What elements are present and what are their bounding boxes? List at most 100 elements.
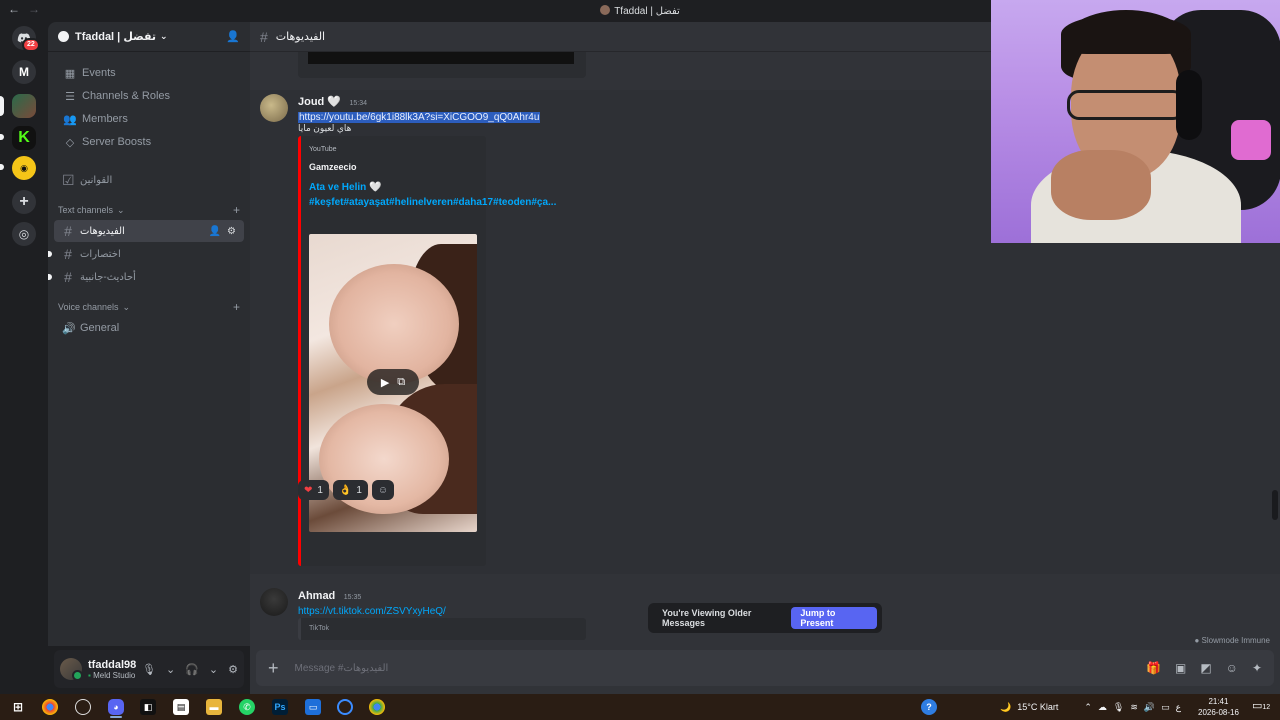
category-voice-channels[interactable]: Voice channels ⌄ + (48, 298, 250, 316)
jump-to-present-button[interactable]: Jump to Present (791, 607, 877, 629)
category-text-channels[interactable]: Text channels ⌄ + (48, 201, 250, 219)
wifi-icon[interactable]: ≋ (1130, 702, 1138, 713)
app-icon[interactable] (75, 699, 91, 715)
weather-text[interactable]: 15°C Klart (1017, 702, 1058, 712)
guild-header[interactable]: Tfaddal | تفضل ⌄ 👤 (48, 22, 250, 52)
chevron-down-icon[interactable]: ⌄ (166, 663, 175, 676)
channel-label: General (80, 322, 120, 334)
weather-icon: 🌙 (1000, 701, 1012, 712)
app-icon[interactable] (337, 699, 353, 715)
browse-channels-icon: ☰ (65, 90, 75, 103)
unread-indicator (48, 274, 52, 280)
upload-plus-icon[interactable]: + (268, 658, 279, 679)
embed-provider[interactable]: TikTok (309, 625, 329, 632)
gif-icon[interactable]: ▣ (1175, 661, 1186, 675)
sidebar-item-events[interactable]: ▦ Events (54, 62, 244, 84)
whatsapp-icon[interactable]: ✆ (239, 699, 255, 715)
discord-taskbar-icon[interactable]: ◕ (108, 699, 124, 715)
category-label: Voice channels (58, 302, 119, 312)
tiktok-link[interactable]: https://vt.tiktok.com/ZSVYxyHeQ/ (298, 606, 446, 617)
reaction-heart[interactable]: ❤ 1 (298, 480, 329, 500)
unread-server-pill (0, 164, 4, 170)
add-server-icon[interactable]: + (12, 190, 36, 214)
channel-side-talks[interactable]: # أحاديث-جانبية (48, 266, 244, 288)
avatar[interactable] (60, 658, 83, 681)
chevron-up-icon[interactable]: ⌃ (1084, 702, 1092, 713)
embed-title[interactable]: Ata ve Helin 🤍 #keşfet#atayaşat#helinelv… (309, 180, 556, 210)
message-link-row: https://vt.tiktok.com/ZSVYxyHeQ/ (298, 601, 446, 619)
clock-time: 21:41 (1208, 697, 1229, 706)
notification-icon[interactable]: ▭12 (1252, 699, 1270, 712)
sidebar-item-server-boosts[interactable]: ◇ Server Boosts (54, 131, 244, 153)
open-external-icon: ⧉ (397, 375, 406, 388)
gift-icon[interactable]: 🎁 (1146, 661, 1161, 675)
server-tfaddal-icon[interactable] (12, 94, 36, 118)
chevron-down-icon[interactable]: ⌄ (209, 663, 218, 676)
help-icon[interactable]: ? (921, 699, 937, 715)
embed-provider[interactable]: YouTube (309, 146, 337, 153)
youtube-embed: YouTube Gamzeecio Ata ve Helin 🤍 #keşfet… (298, 136, 556, 566)
capcut-icon[interactable]: ◧ (140, 699, 156, 715)
channel-label: القوانين (80, 174, 113, 186)
sidebar-item-label: Members (82, 113, 128, 125)
app-icon[interactable]: ▤ (173, 699, 189, 715)
chrome-icon[interactable] (369, 699, 385, 715)
gear-icon[interactable]: ⚙ (228, 663, 238, 676)
channel-videos[interactable]: # الفيديوهات 👤 ⚙ (54, 220, 244, 242)
chevron-down-icon: ⌄ (160, 31, 168, 41)
user-names: tfaddal98 ▪ Meld Studio (88, 659, 136, 680)
volume-icon[interactable]: 🔊 (1144, 702, 1155, 713)
chevron-down-icon: ⌄ (122, 301, 131, 312)
sidebar-item-members[interactable]: 👥 Members (54, 108, 244, 130)
headset (1176, 70, 1202, 140)
streamer-hair-top (1061, 14, 1191, 54)
app-icon[interactable]: ▭ (305, 699, 321, 715)
emoji-icon[interactable]: ☺ (1226, 661, 1238, 675)
window-title-text: Tfaddal | تفضل (614, 6, 680, 17)
embed-media (308, 52, 574, 64)
app-icon (600, 5, 611, 15)
avatar[interactable] (260, 94, 288, 122)
play-button[interactable]: ▶ ⧉ (367, 369, 419, 395)
photoshop-icon[interactable]: Ps (272, 699, 288, 715)
microphone-icon[interactable]: 🎙 (142, 663, 156, 676)
headphones-icon[interactable]: 🎧 (185, 663, 199, 676)
user-status-text: Meld Studio (93, 670, 136, 680)
voice-channel-general[interactable]: 🔊 General (54, 317, 244, 339)
scrollbar-thumb[interactable] (1272, 490, 1278, 520)
channel-rules[interactable]: ☑ القوانين (54, 169, 244, 191)
explore-icon[interactable]: ◎ (12, 222, 36, 246)
add-reaction-button[interactable]: ☺ (371, 480, 394, 500)
chrome-icon[interactable] (42, 699, 58, 715)
clock[interactable]: 21:41 2026-08-16 (1198, 696, 1239, 718)
microphone-icon[interactable]: 🎙 (1113, 702, 1124, 713)
sticker-icon[interactable]: ◩ (1200, 661, 1211, 675)
add-channel-icon[interactable]: + (233, 203, 240, 217)
invite-people-icon[interactable]: 👤 (226, 30, 240, 43)
server-yellow-icon[interactable]: ◉ (12, 156, 36, 180)
webcam-overlay (991, 0, 1280, 243)
avatar[interactable] (260, 588, 288, 616)
reaction-ok-hand[interactable]: 👌 1 (332, 480, 368, 500)
network-icon[interactable]: ☁ (1098, 702, 1107, 713)
embed-author[interactable]: Gamzeecio (309, 162, 357, 172)
channel-shortcuts[interactable]: # اختصارات (48, 243, 244, 265)
add-channel-icon[interactable]: + (233, 300, 240, 314)
hash-icon: # (260, 28, 268, 45)
input-language[interactable]: ع (1176, 702, 1181, 713)
gear-icon[interactable]: ⚙ (227, 226, 236, 237)
server-m-icon[interactable]: M (12, 60, 36, 84)
category-label: Text channels (58, 205, 114, 215)
file-explorer-icon[interactable]: ▬ (206, 699, 222, 715)
message-input[interactable] (294, 662, 1075, 674)
invite-member-icon[interactable]: 👤 (209, 226, 221, 237)
sidebar-item-channels-roles[interactable]: ☰ Channels & Roles (54, 85, 244, 107)
youtube-link[interactable]: https://youtu.be/6gk1i88lk3A?si=XiCGOO9_… (298, 112, 541, 123)
reaction-count: 1 (317, 484, 323, 496)
ok-hand-emoji-icon: 👌 (338, 484, 352, 496)
server-kick-icon[interactable]: K (12, 126, 36, 150)
apps-icon[interactable]: ✦ (1252, 661, 1262, 675)
battery-icon[interactable]: ▭ (1161, 702, 1170, 713)
slowmode-text: Slowmode Immune (1201, 636, 1270, 645)
windows-start-icon[interactable]: ⊞ (10, 699, 26, 715)
